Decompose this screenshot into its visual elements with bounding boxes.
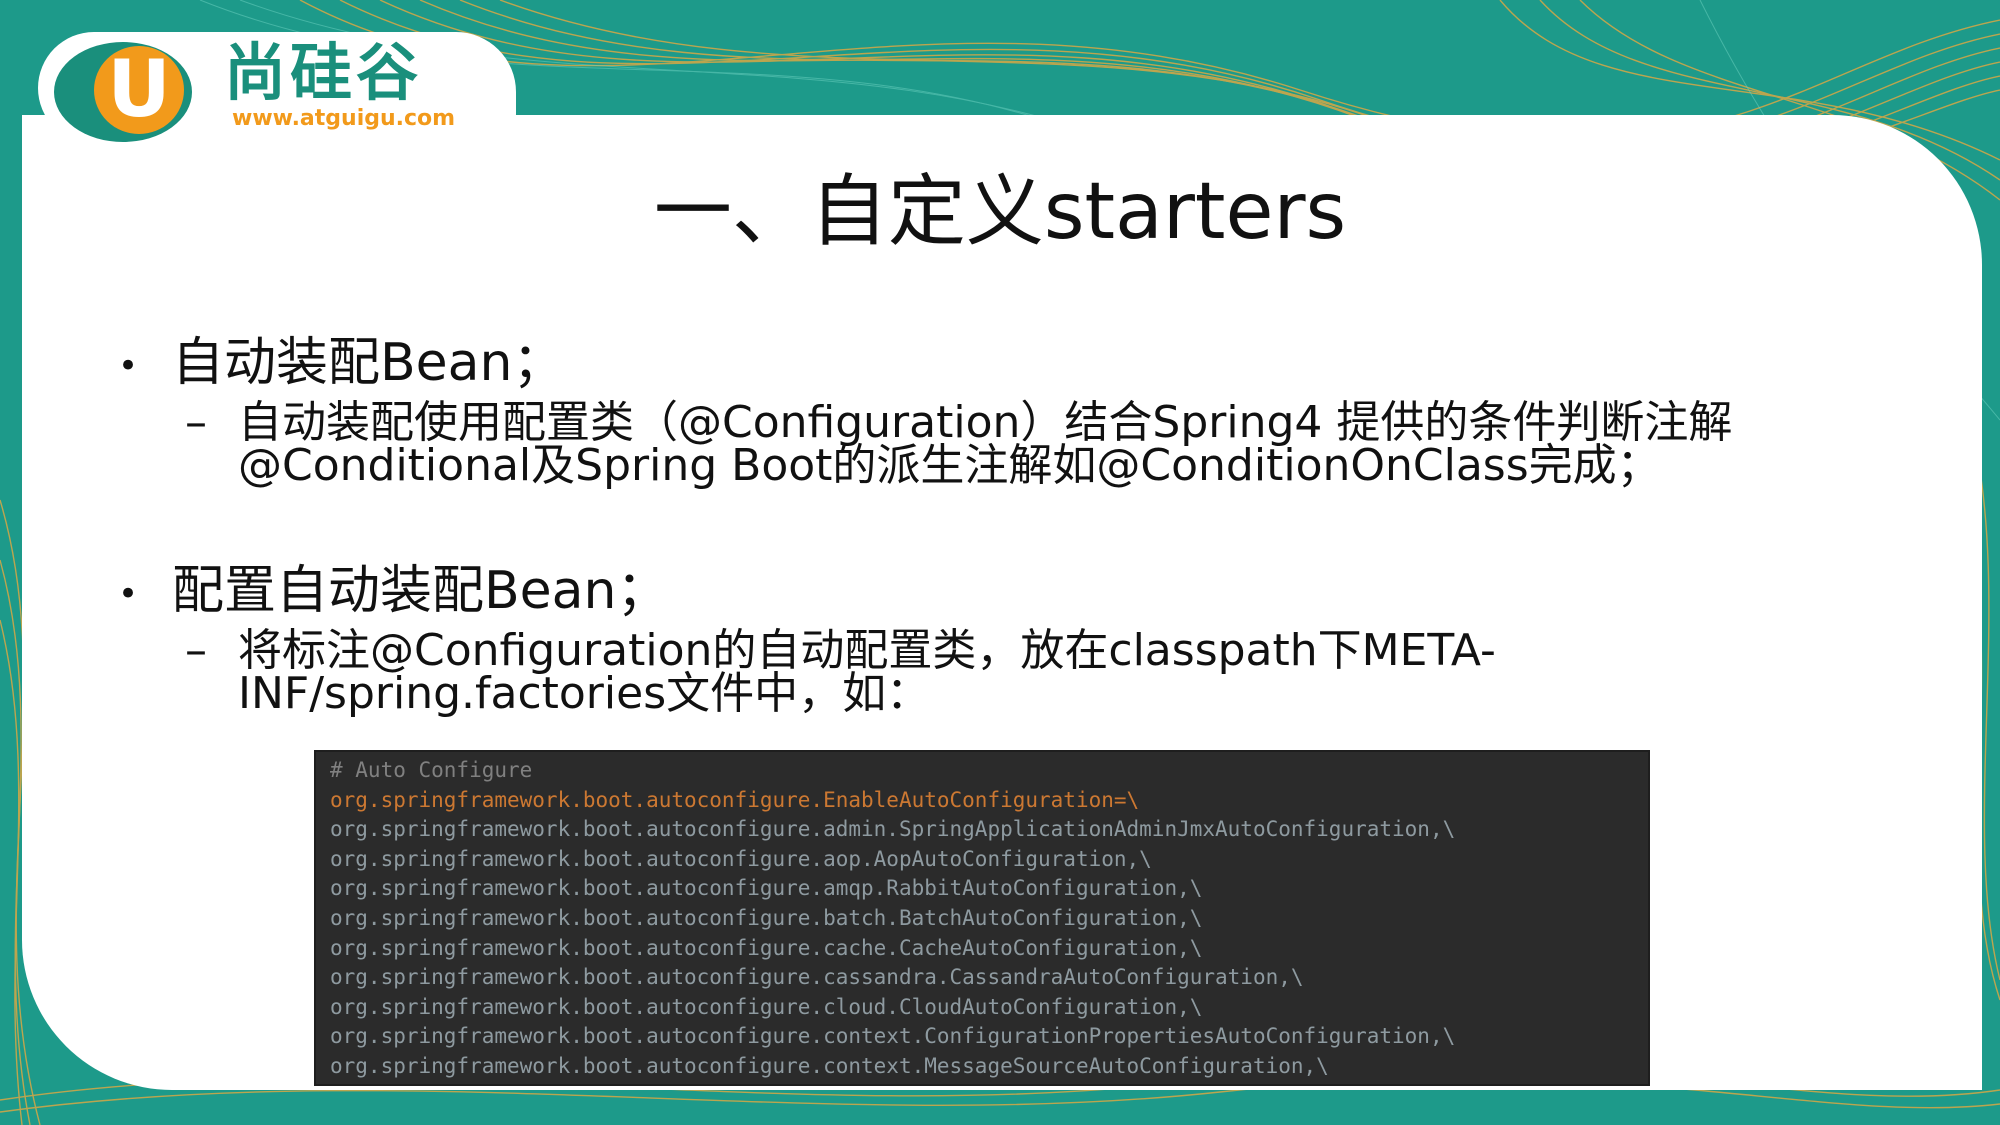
sub-dash-icon: – [185, 625, 207, 676]
bullet-dot-icon: • [118, 574, 139, 614]
atguigu-logo: U 尚硅谷 www.atguigu.com [38, 32, 516, 144]
bullet-2: • 配置自动装配Bean； [118, 556, 669, 629]
code-snippet: # Auto Configure org.springframework.boo… [314, 750, 1650, 1086]
bullet-1-sub-line-2: @Conditional及Spring Boot的派生注解如@Condition… [238, 440, 1661, 491]
code-line: org.springframework.boot.autoconfigure.c… [330, 1053, 1329, 1078]
code-line: org.springframework.boot.autoconfigure.b… [330, 905, 1203, 930]
bullet-1: • 自动装配Bean； [118, 328, 565, 401]
sub-dash-icon: – [185, 397, 207, 448]
code-line: org.springframework.boot.autoconfigure.c… [330, 994, 1203, 1019]
bullet-2-sub-line-2: INF/spring.factories文件中，如： [238, 668, 931, 719]
code-line: org.springframework.boot.autoconfigure.a… [330, 876, 1203, 901]
code-comment-line: # Auto Configure [330, 758, 533, 782]
bullet-2-text: 配置自动装配Bean； [172, 561, 669, 621]
code-line: org.springframework.boot.autoconfigure.c… [330, 965, 1304, 990]
code-line: org.springframework.boot.autoconfigure.c… [330, 1024, 1456, 1049]
code-line: org.springframework.boot.autoconfigure.c… [330, 935, 1203, 960]
logo-brand-name: 尚硅谷 [224, 36, 423, 109]
logo-url: www.atguigu.com [232, 106, 456, 131]
code-line: org.springframework.boot.autoconfigure.a… [330, 817, 1456, 842]
slide-title: 一、自定义starters [653, 167, 1347, 257]
logo-circle: U [54, 42, 192, 142]
code-line: org.springframework.boot.autoconfigure.a… [330, 846, 1152, 871]
code-key-line: org.springframework.boot.autoconfigure.E… [330, 787, 1140, 812]
bullet-1-text: 自动装配Bean； [172, 333, 565, 393]
logo-u-icon: U [94, 46, 184, 134]
bullet-dot-icon: • [118, 346, 139, 386]
